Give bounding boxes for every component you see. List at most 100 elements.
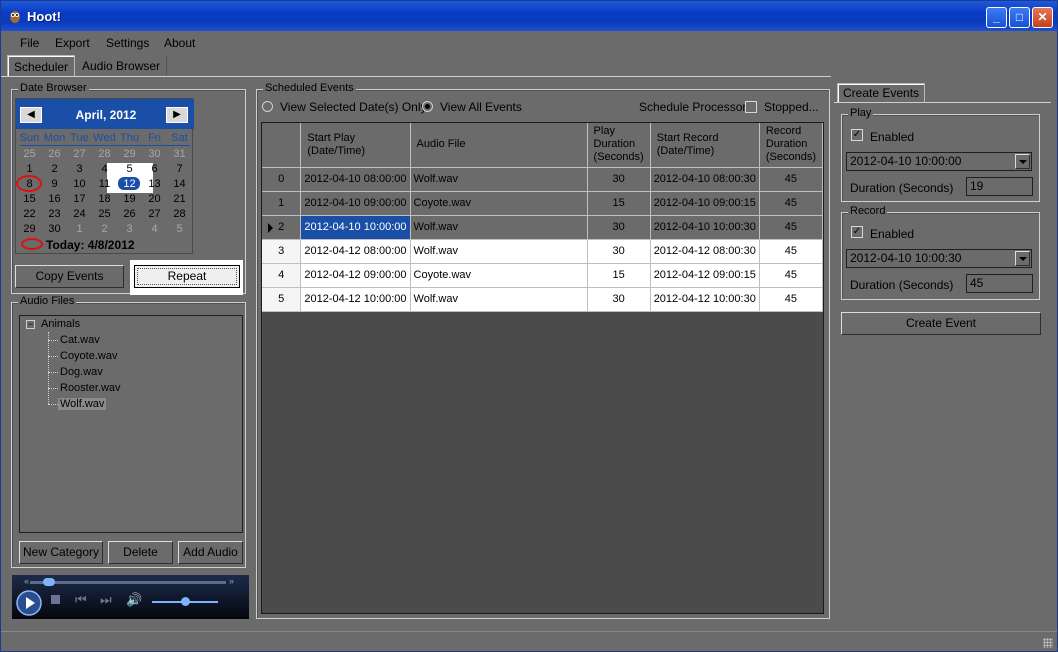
tree-item-file-selected[interactable]: Wolf.wav	[58, 398, 107, 410]
cell-start-record[interactable]: 2012-04-10 09:00:15	[650, 191, 760, 216]
collapse-icon[interactable]: −	[26, 320, 35, 329]
cell-start-play[interactable]: 2012-04-10 08:00:00	[300, 167, 411, 192]
row-header[interactable]: 1	[262, 191, 302, 216]
cell-play-duration[interactable]: 15	[587, 263, 651, 288]
calendar-day[interactable]: 22	[17, 208, 42, 220]
tab-create-events[interactable]: Create Events	[837, 83, 926, 103]
calendar-day[interactable]: 7	[167, 163, 192, 175]
calendar-day[interactable]: 26	[117, 208, 142, 220]
column-header-audio-file[interactable]: Audio File	[410, 123, 588, 168]
cell-record-duration[interactable]: 45	[759, 167, 824, 192]
calendar-day[interactable]: 31	[167, 148, 192, 160]
volume-handle[interactable]	[181, 597, 190, 606]
month-calendar[interactable]: ◀ April, 2012 ▶ Sun Mon Tue Wed Thu Fri …	[15, 98, 194, 254]
calendar-day[interactable]: 20	[142, 193, 167, 205]
column-header-play-duration[interactable]: Play Duration (Seconds)	[587, 123, 651, 168]
calendar-day[interactable]: 25	[92, 208, 117, 220]
cell-start-play[interactable]: 2012-04-12 10:00:00	[300, 287, 411, 312]
next-icon[interactable]: ⏭	[100, 592, 112, 608]
calendar-day[interactable]: 15	[17, 193, 42, 205]
new-category-button[interactable]: New Category	[19, 541, 103, 564]
cell-record-duration[interactable]: 45	[759, 191, 824, 216]
cell-play-duration[interactable]: 30	[587, 239, 651, 264]
calendar-day[interactable]: 17	[67, 193, 92, 205]
column-header-record-duration[interactable]: Record Duration (Seconds)	[759, 123, 824, 168]
calendar-day[interactable]: 2	[42, 163, 67, 175]
calendar-day[interactable]: 14	[167, 178, 192, 190]
calendar-day[interactable]: 6	[142, 163, 167, 175]
calendar-day[interactable]: 8	[17, 178, 42, 190]
cell-start-play[interactable]: 2012-04-10 10:00:00	[300, 215, 411, 240]
title-bar[interactable]: Hoot! _ □ ✕	[1, 1, 1057, 31]
table-row[interactable]: 1 2012-04-10 09:00:00 Coyote.wav 15 2012-04-…	[262, 191, 824, 216]
cell-record-duration[interactable]: 45	[759, 287, 824, 312]
calendar-day[interactable]: 19	[117, 193, 142, 205]
record-datetime-picker[interactable]: 2012-04-10 10:00:30	[846, 249, 1032, 268]
calendar-day[interactable]: 2	[92, 223, 117, 235]
cell-play-duration[interactable]: 30	[587, 167, 651, 192]
calendar-day[interactable]: 4	[92, 163, 117, 175]
table-row[interactable]: 0 2012-04-10 08:00:00 Wolf.wav 30 2012-04-10…	[262, 167, 824, 192]
calendar-day[interactable]: 23	[42, 208, 67, 220]
calendar-day[interactable]: 30	[142, 148, 167, 160]
calendar-day[interactable]: 11	[92, 178, 117, 190]
volume-icon[interactable]: 🔊	[126, 592, 142, 608]
menu-export[interactable]: Export	[55, 36, 90, 50]
cell-start-record[interactable]: 2012-04-12 09:00:15	[650, 263, 760, 288]
calendar-day[interactable]: 4	[142, 223, 167, 235]
tab-scheduler[interactable]: Scheduler	[7, 55, 76, 77]
audio-tree[interactable]: − Animals Cat.wav Coyote.wav Dog.wav Roo…	[19, 315, 243, 533]
calendar-day[interactable]: 28	[92, 148, 117, 160]
cell-audio-file[interactable]: Wolf.wav	[410, 287, 588, 312]
cell-audio-file[interactable]: Wolf.wav	[410, 239, 588, 264]
calendar-day[interactable]: 10	[67, 178, 92, 190]
calendar-day[interactable]: 29	[117, 148, 142, 160]
play-enabled-checkbox[interactable]: ✓	[851, 129, 863, 141]
delete-button[interactable]: Delete	[108, 541, 173, 564]
cell-audio-file[interactable]: Wolf.wav	[410, 215, 588, 240]
row-header[interactable]: 5	[262, 287, 302, 312]
calendar-day[interactable]: 1	[67, 223, 92, 235]
calendar-day[interactable]: 24	[67, 208, 92, 220]
add-audio-button[interactable]: Add Audio	[178, 541, 243, 564]
cell-play-duration[interactable]: 15	[587, 191, 651, 216]
tree-item-file[interactable]: Dog.wav	[60, 366, 103, 378]
menu-file[interactable]: File	[20, 36, 39, 50]
play-datetime-picker[interactable]: 2012-04-10 10:00:00	[846, 152, 1032, 171]
cell-start-record[interactable]: 2012-04-10 08:00:30	[650, 167, 760, 192]
calendar-day[interactable]: 30	[42, 223, 67, 235]
calendar-day[interactable]: 27	[142, 208, 167, 220]
calendar-day[interactable]: 28	[167, 208, 192, 220]
tab-audio-browser[interactable]: Audio Browser	[76, 55, 168, 77]
record-duration-input[interactable]: 45	[966, 274, 1033, 293]
menu-settings[interactable]: Settings	[106, 36, 149, 50]
cell-start-record[interactable]: 2012-04-12 08:00:30	[650, 239, 760, 264]
calendar-day[interactable]: 9	[42, 178, 67, 190]
cell-play-duration[interactable]: 30	[587, 215, 651, 240]
cell-record-duration[interactable]: 45	[759, 263, 824, 288]
cell-audio-file[interactable]: Coyote.wav	[410, 263, 588, 288]
view-all-events-radio[interactable]	[422, 101, 433, 112]
cell-start-play[interactable]: 2012-04-10 09:00:00	[300, 191, 411, 216]
repeat-button[interactable]: Repeat	[134, 265, 240, 288]
scheduled-events-grid[interactable]: Start Play (Date/Time) Audio File Play D…	[261, 122, 824, 614]
calendar-day[interactable]: 13	[142, 178, 167, 190]
cell-start-record[interactable]: 2012-04-10 10:00:30	[650, 215, 760, 240]
cell-start-record[interactable]: 2012-04-12 10:00:30	[650, 287, 760, 312]
view-selected-dates-radio[interactable]	[262, 101, 273, 112]
cell-play-duration[interactable]: 30	[587, 287, 651, 312]
calendar-day[interactable]: 27	[67, 148, 92, 160]
play-duration-input[interactable]: 19	[966, 177, 1033, 196]
close-button[interactable]: ✕	[1032, 7, 1053, 28]
row-header[interactable]: 3	[262, 239, 302, 264]
table-row[interactable]: 4 2012-04-12 09:00:00 Coyote.wav 15 2012-04-…	[262, 263, 824, 288]
cell-audio-file[interactable]: Coyote.wav	[410, 191, 588, 216]
cell-audio-file[interactable]: Wolf.wav	[410, 167, 588, 192]
chevron-down-icon[interactable]	[1015, 251, 1030, 266]
cell-start-play[interactable]: 2012-04-12 08:00:00	[300, 239, 411, 264]
calendar-day[interactable]: 3	[67, 163, 92, 175]
play-icon[interactable]	[16, 590, 42, 616]
previous-icon[interactable]: ⏮	[75, 592, 87, 608]
resize-grip-icon[interactable]	[1043, 638, 1053, 648]
tree-category-animals[interactable]: Animals	[41, 318, 80, 330]
